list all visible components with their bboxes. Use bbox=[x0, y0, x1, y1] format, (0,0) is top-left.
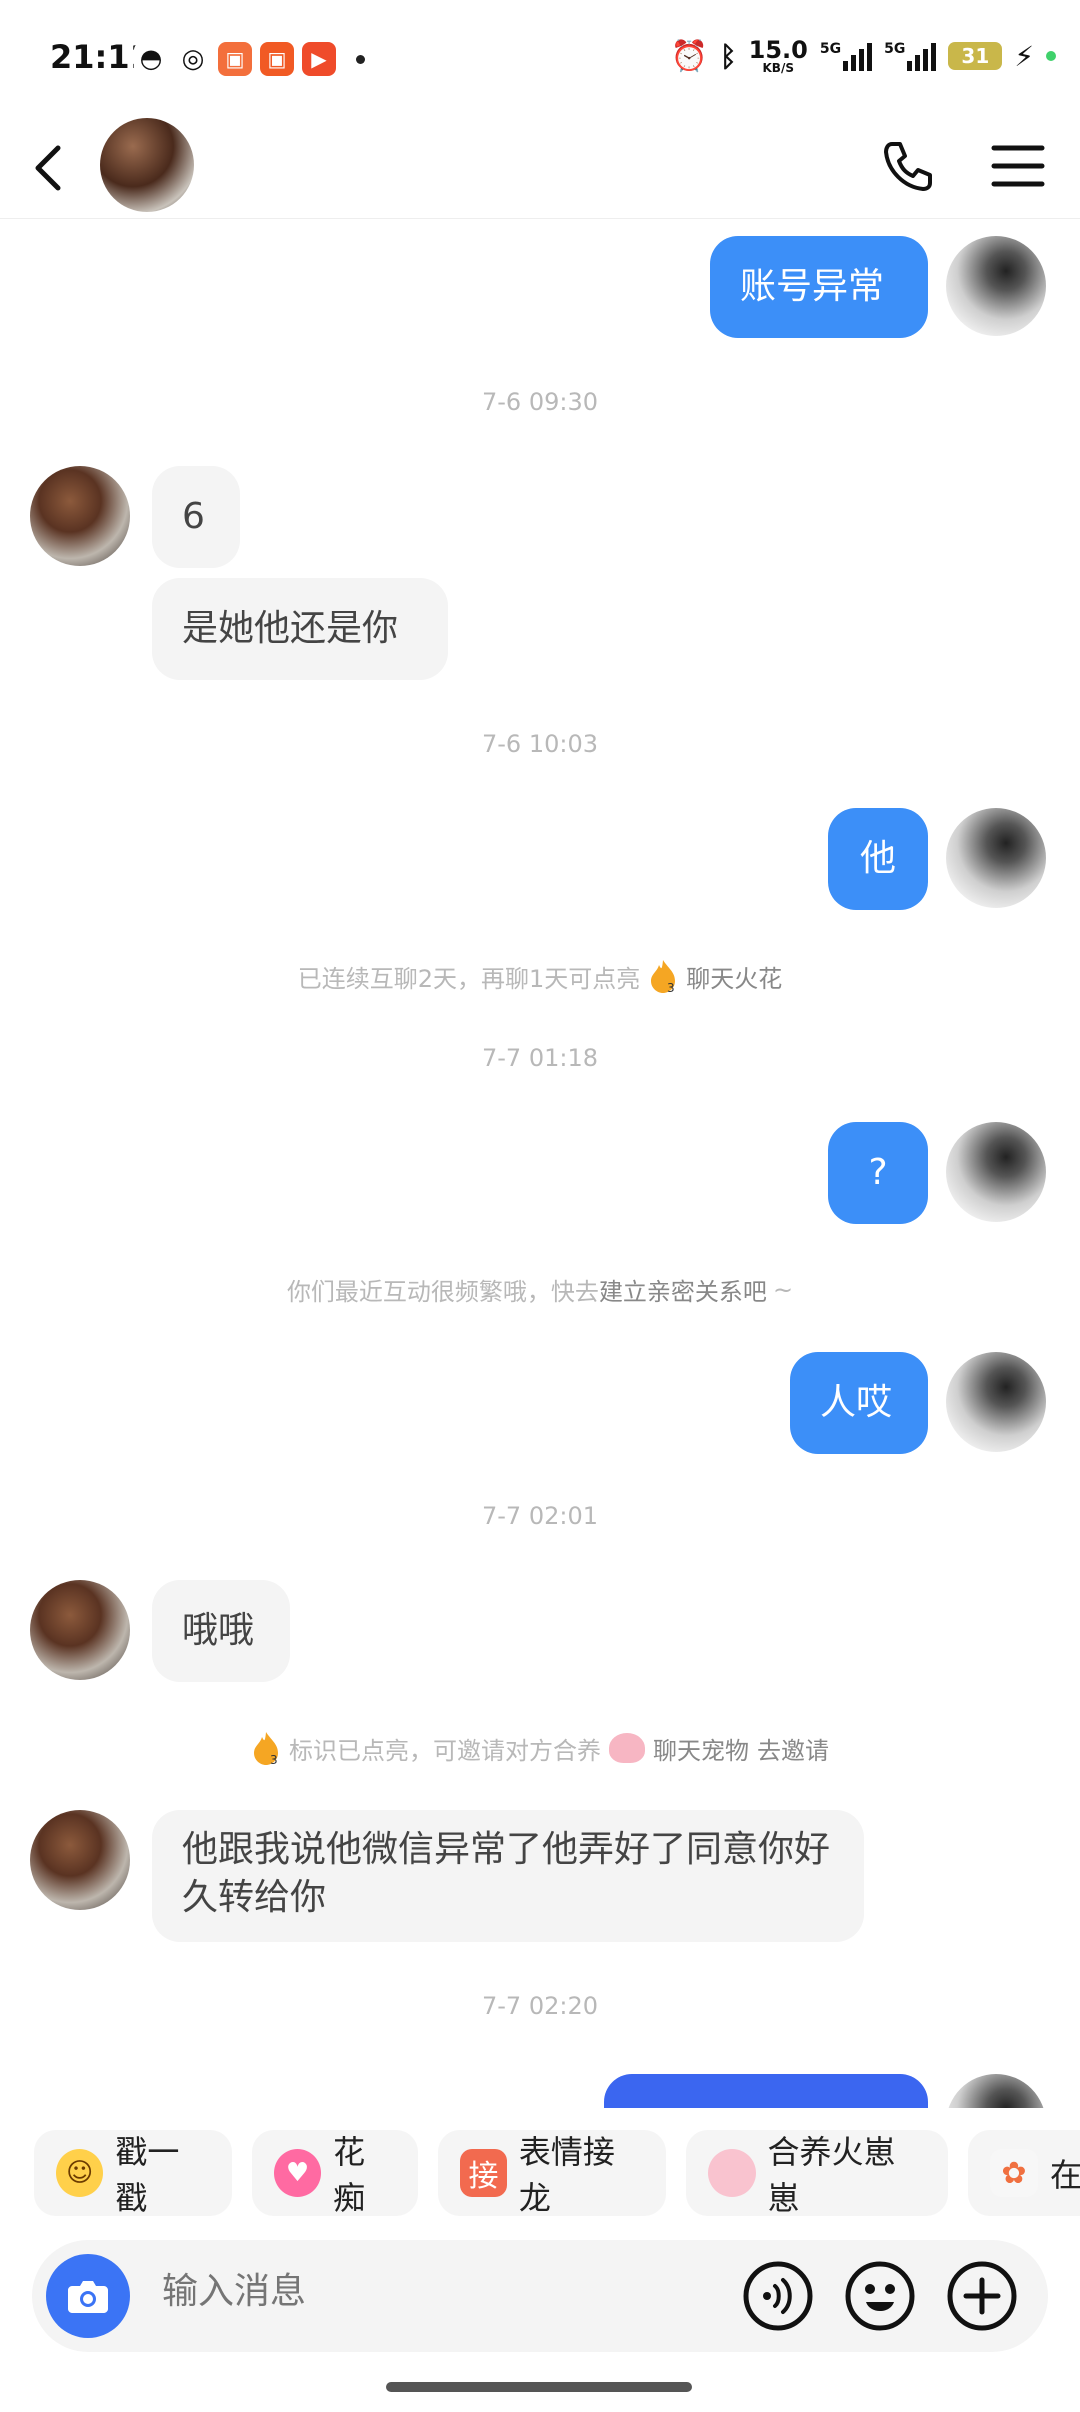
my-avatar[interactable] bbox=[946, 2074, 1046, 2108]
timestamp: 7-7 02:20 bbox=[482, 1992, 598, 2020]
partial-message-row bbox=[0, 2070, 1080, 2108]
home-indicator[interactable] bbox=[386, 2382, 692, 2392]
chat-pet-link[interactable]: 聊天宠物 bbox=[653, 1731, 749, 1766]
more-notifications-dot bbox=[356, 54, 365, 64]
build-relationship-link[interactable]: 建立亲密关系吧 bbox=[599, 1272, 767, 1307]
quick-action-heart-eyes[interactable]: ♥ 花痴 bbox=[252, 2130, 418, 2217]
chat-header bbox=[0, 118, 1080, 219]
timestamp: 7-6 09:30 bbox=[482, 388, 598, 416]
emoji-icon[interactable] bbox=[844, 2260, 916, 2332]
invite-link[interactable]: 去邀请 bbox=[757, 1731, 829, 1766]
flame-icon: 3 bbox=[254, 1732, 278, 1766]
back-arrow-icon[interactable] bbox=[22, 138, 82, 198]
quick-action-emoji-chain[interactable]: 接 表情接龙 bbox=[438, 2130, 666, 2217]
my-avatar[interactable] bbox=[946, 236, 1046, 336]
message-bubble-sent[interactable]: 账号异常 bbox=[710, 236, 928, 338]
quick-action-more[interactable]: ✿ 在 bbox=[968, 2130, 1080, 2216]
pet-icon bbox=[609, 1733, 645, 1763]
privacy-dot bbox=[1046, 51, 1056, 61]
signal-1: 5G bbox=[820, 41, 873, 71]
video-app-icon: ▶ bbox=[302, 42, 336, 76]
plus-icon[interactable] bbox=[946, 2260, 1018, 2332]
contact-avatar[interactable] bbox=[30, 1810, 130, 1910]
app-icon-1: ▣ bbox=[218, 42, 252, 76]
battery-indicator: 31 bbox=[948, 42, 1003, 70]
svg-text:3: 3 bbox=[667, 981, 675, 994]
poke-emoji-icon: ☺ bbox=[56, 2149, 104, 2197]
menu-icon[interactable] bbox=[990, 138, 1046, 194]
signal-2: 5G bbox=[884, 41, 937, 71]
message-bubble-sent-partial[interactable] bbox=[604, 2074, 928, 2108]
quick-action-pet[interactable]: 合养火崽崽 bbox=[686, 2130, 948, 2217]
my-avatar[interactable] bbox=[946, 1352, 1046, 1452]
message-bubble-sent[interactable]: 人哎 bbox=[790, 1352, 928, 1454]
contact-avatar[interactable] bbox=[100, 118, 194, 212]
network-speed: 15.0 KB/S bbox=[748, 36, 808, 75]
voice-icon[interactable] bbox=[742, 2260, 814, 2332]
pet-icon bbox=[708, 2149, 756, 2197]
wechat-icon: ◓ bbox=[134, 42, 168, 76]
message-bubble-sent[interactable]: 他 bbox=[828, 808, 928, 910]
alarm-icon: ⏰ bbox=[670, 38, 708, 74]
status-right: ⏰ ᛒ 15.0 KB/S 5G 5G 31 ⚡ bbox=[670, 38, 1056, 74]
phone-icon[interactable] bbox=[878, 136, 938, 196]
message-bubble-received[interactable]: 6 bbox=[152, 466, 240, 568]
app-icon-2: ▣ bbox=[260, 42, 294, 76]
status-bar: 21:11 ◓ ◎ ▣ ▣ ▶ ⏰ ᛒ 15.0 KB/S 5G 5G 31 ⚡ bbox=[0, 0, 1080, 120]
spark-icon: ✿ bbox=[990, 2149, 1038, 2197]
quick-action-poke[interactable]: ☺ 戳一戳 bbox=[34, 2130, 232, 2217]
flame-icon: 3 bbox=[651, 960, 676, 994]
heart-eyes-emoji-icon: ♥ bbox=[274, 2149, 322, 2197]
timestamp: 7-6 10:03 bbox=[482, 730, 598, 758]
pet-notice: 3 标识已点亮，可邀请对方合养 聊天宠物 去邀请 bbox=[0, 1730, 1080, 1766]
contact-avatar[interactable] bbox=[30, 466, 130, 566]
contact-avatar[interactable] bbox=[30, 1580, 130, 1680]
intimacy-notice: 你们最近互动很频繁哦，快去 建立亲密关系吧 ~ bbox=[0, 1272, 1080, 1307]
chat-spark-link[interactable]: 聊天火花 bbox=[686, 959, 782, 994]
notification-icons: ◓ ◎ ▣ ▣ ▶ bbox=[134, 42, 365, 76]
message-input[interactable] bbox=[160, 2270, 724, 2313]
timestamp: 7-7 02:01 bbox=[482, 1502, 598, 1530]
quick-actions-bar: ☺ 戳一戳 ♥ 花痴 接 表情接龙 合养火崽崽 ✿ 在 bbox=[0, 2130, 1080, 2222]
svg-text:3: 3 bbox=[270, 1753, 278, 1766]
message-bubble-received[interactable]: 哦哦 bbox=[152, 1580, 290, 1682]
message-bubble-sent[interactable]: ? bbox=[828, 1122, 928, 1224]
message-bubble-received[interactable]: 是她他还是你 bbox=[152, 578, 448, 680]
my-avatar[interactable] bbox=[946, 808, 1046, 908]
message-input-bar bbox=[32, 2240, 1048, 2352]
my-avatar[interactable] bbox=[946, 1122, 1046, 1222]
camera-icon[interactable] bbox=[46, 2254, 130, 2338]
timestamp: 7-7 01:18 bbox=[482, 1044, 598, 1072]
streak-notice: 已连续互聊2天，再聊1天可点亮 3 聊天火花 bbox=[0, 958, 1080, 994]
message-bubble-received[interactable]: 他跟我说他微信异常了他弄好了同意你好久转给你 bbox=[152, 1810, 864, 1942]
qq-icon: ◎ bbox=[176, 42, 210, 76]
charging-icon: ⚡ bbox=[1014, 39, 1034, 73]
bluetooth-icon: ᛒ bbox=[719, 39, 737, 73]
jie-emoji-chain-icon: 接 bbox=[460, 2149, 507, 2197]
